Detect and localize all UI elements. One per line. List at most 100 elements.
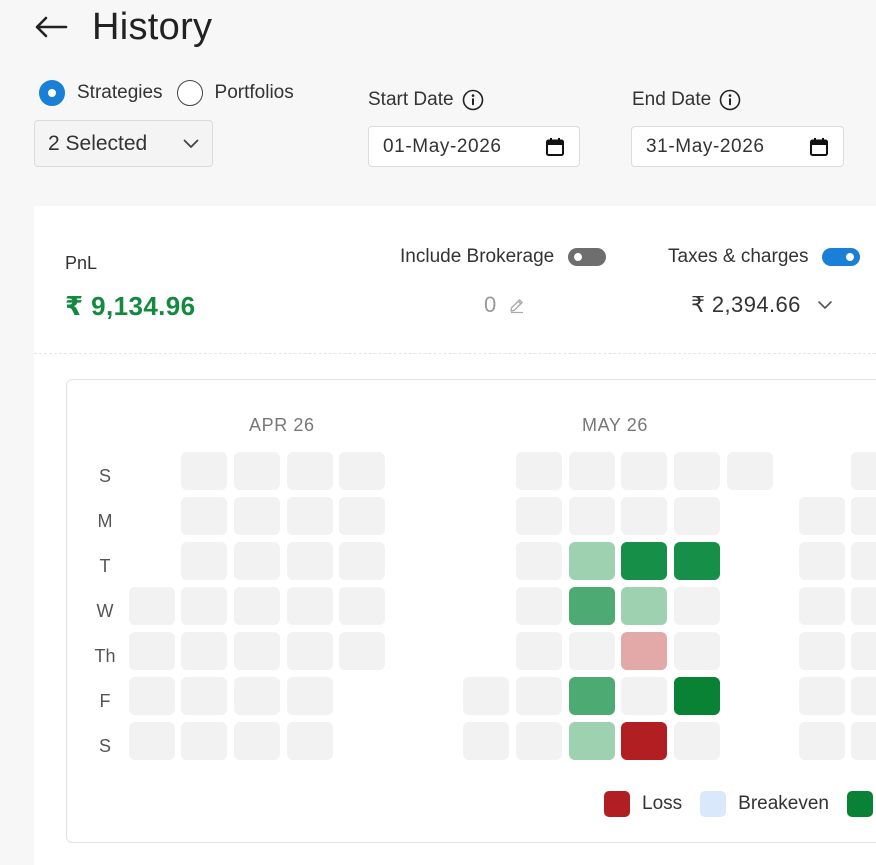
heatmap-cell	[181, 542, 227, 580]
info-icon[interactable]	[462, 89, 484, 111]
heatmap-cell	[851, 587, 876, 625]
legend-swatch-profit	[846, 791, 873, 817]
radio-checked-icon[interactable]	[39, 80, 65, 106]
radio-label-strategies: Strategies	[77, 82, 163, 103]
heatmap-cell	[463, 677, 509, 715]
history-card: PnL ₹ 9,134.96 Include Brokerage 0 Taxes…	[34, 206, 876, 865]
info-icon[interactable]	[719, 89, 741, 111]
heatmap-cell-profit-strong[interactable]	[621, 542, 667, 580]
calendar-icon[interactable]	[545, 137, 565, 157]
heatmap-cell-profit-light[interactable]	[569, 542, 615, 580]
heatmap-cell	[234, 452, 280, 490]
brokerage-value: 0	[484, 292, 497, 317]
heatmap-cell	[287, 587, 333, 625]
heatmap-cell	[569, 497, 615, 535]
heatmap-cell	[181, 587, 227, 625]
heatmap-cell	[674, 722, 720, 760]
brokerage-label: Include Brokerage	[400, 246, 555, 267]
heatmap-cell	[287, 632, 333, 670]
heatmap-cell	[129, 677, 175, 715]
heatmap-cell	[569, 452, 615, 490]
start-date-value: 01-May-2026	[383, 135, 502, 157]
legend-label-breakeven: Breakeven	[738, 793, 829, 814]
chevron-down-icon	[183, 139, 199, 148]
select-value: 2 Selected	[48, 131, 148, 155]
heatmap-cell	[621, 452, 667, 490]
day-label: T	[99, 556, 111, 576]
legend-swatch-loss	[604, 791, 630, 817]
heatmap-cell-profit-light[interactable]	[621, 587, 667, 625]
heatmap-cell	[129, 587, 175, 625]
heatmap-cell	[287, 722, 333, 760]
edit-pencil-icon[interactable]	[508, 296, 526, 314]
month-label-may: MAY 26	[582, 415, 648, 435]
brokerage-toggle[interactable]	[568, 248, 607, 266]
heatmap-cell	[129, 632, 175, 670]
radio-label-portfolios: Portfolios	[214, 82, 294, 103]
heatmap-cell	[674, 452, 720, 490]
heatmap-legend: Loss Breakeven	[604, 791, 876, 817]
heatmap-cell	[287, 542, 333, 580]
pnl-value: ₹ 9,134.96	[65, 291, 196, 321]
heatmap-cell	[516, 722, 562, 760]
pnl-label: PnL	[65, 253, 98, 273]
view-mode-radio-group: Strategies Portfolios	[39, 80, 308, 106]
heatmap-cell	[516, 587, 562, 625]
back-arrow-icon[interactable]	[34, 15, 68, 39]
heatmap-cell-profit-medium[interactable]	[569, 587, 615, 625]
start-date-label: Start Date	[368, 89, 454, 110]
start-date-input[interactable]: 01-May-2026	[368, 126, 580, 167]
heatmap-cell	[339, 452, 385, 490]
heatmap-cell-profit-light[interactable]	[569, 722, 615, 760]
heatmap-cell	[516, 497, 562, 535]
heatmap-cell	[339, 587, 385, 625]
heatmap-cell	[621, 677, 667, 715]
taxes-value-row: ₹ 2,394.66	[691, 292, 833, 318]
heatmap-cell	[516, 632, 562, 670]
page-header: History	[34, 4, 212, 50]
day-label: S	[98, 466, 111, 486]
start-date-label-row: Start Date	[368, 89, 484, 111]
heatmap-cell	[799, 677, 845, 715]
strategy-select[interactable]: 2 Selected	[34, 120, 213, 167]
heatmap-cell	[287, 677, 333, 715]
legend-label-loss: Loss	[642, 793, 683, 814]
heatmap-cell	[851, 452, 876, 490]
taxes-value: ₹ 2,394.66	[691, 292, 801, 317]
heatmap-cell-loss-light[interactable]	[621, 632, 667, 670]
heatmap-cell	[569, 632, 615, 670]
heatmap-cell	[674, 587, 720, 625]
heatmap-cell	[727, 452, 773, 490]
heatmap-cell	[851, 542, 876, 580]
heatmap-cell	[516, 677, 562, 715]
radio-unchecked-icon[interactable]	[176, 80, 203, 106]
heatmap-cell-profit-strong[interactable]	[674, 542, 720, 580]
heatmap-cell	[181, 632, 227, 670]
heatmap-cell	[129, 722, 175, 760]
chevron-down-icon[interactable]	[817, 300, 833, 310]
radio-strategies[interactable]: Strategies	[39, 80, 163, 106]
page-title: History	[92, 5, 213, 48]
heatmap-cell	[516, 542, 562, 580]
heatmap-cell	[799, 497, 845, 535]
heatmap-cell	[799, 722, 845, 760]
heatmap-cell-profit-medium[interactable]	[569, 677, 615, 715]
calendar-icon[interactable]	[809, 137, 829, 157]
heatmap-cell	[621, 497, 667, 535]
brokerage-value-row: 0	[484, 292, 526, 318]
end-date-label-row: End Date	[632, 89, 741, 111]
heatmap-cell	[339, 497, 385, 535]
legend-swatch-breakeven	[700, 791, 727, 817]
heatmap-cell	[674, 497, 720, 535]
heatmap-cell	[181, 722, 227, 760]
heatmap-cell	[463, 722, 509, 760]
heatmap-cell	[339, 632, 385, 670]
heatmap-cell	[799, 587, 845, 625]
heatmap-cell	[799, 632, 845, 670]
radio-portfolios[interactable]: Portfolios	[176, 80, 294, 106]
heatmap-cell-loss-strong[interactable]	[621, 722, 667, 760]
end-date-input[interactable]: 31-May-2026	[631, 126, 844, 167]
heatmap-cell	[851, 722, 876, 760]
heatmap-cell-profit-darkest[interactable]	[674, 677, 720, 715]
taxes-toggle[interactable]	[822, 248, 861, 266]
